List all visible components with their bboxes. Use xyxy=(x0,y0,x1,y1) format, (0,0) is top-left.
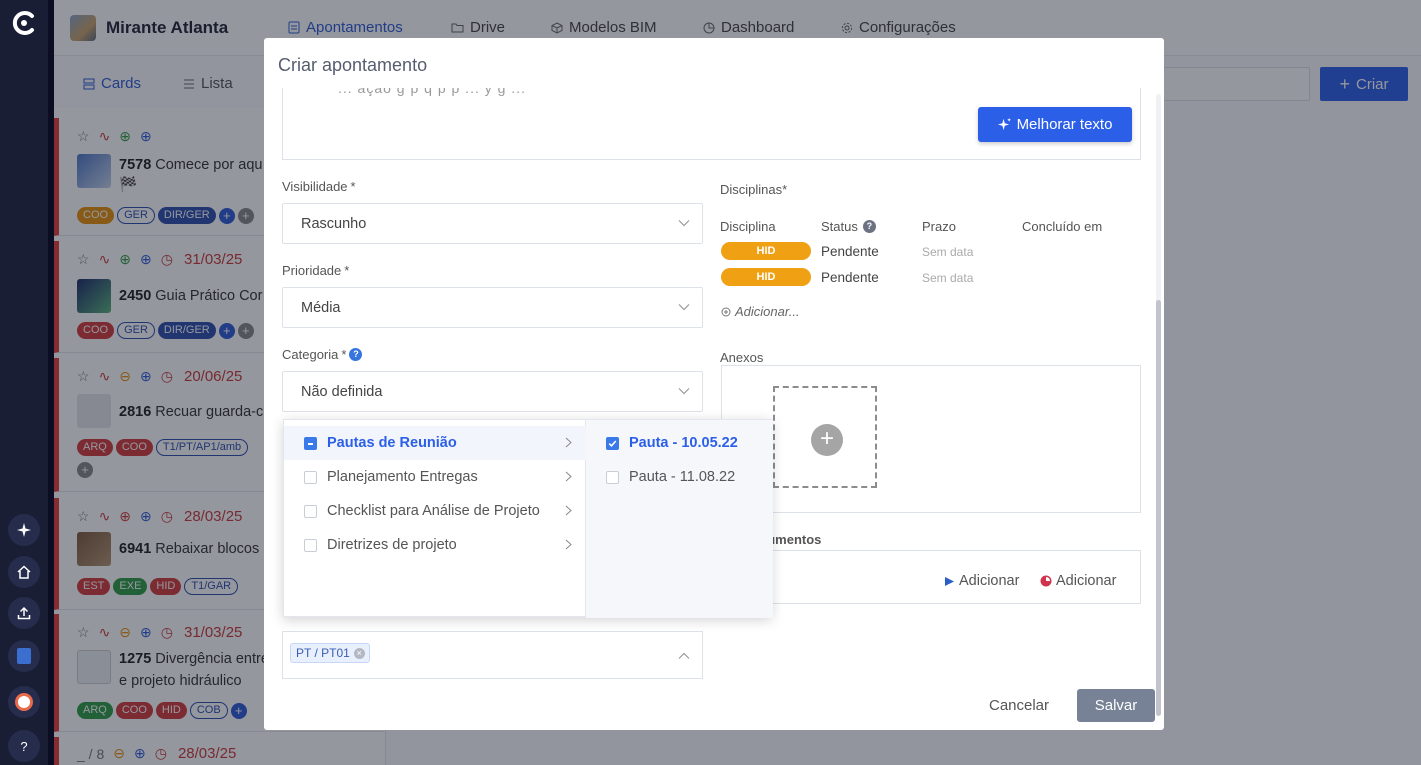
checkbox-indeterminate[interactable] xyxy=(304,436,317,450)
selected-chip: PT / PT01 × xyxy=(290,643,370,663)
visibility-value: Rascunho xyxy=(301,216,367,232)
priority-select[interactable]: Média xyxy=(282,287,703,328)
chevron-right-icon xyxy=(565,471,572,482)
attachments-box: + xyxy=(721,365,1141,513)
option-label: Pautas de Reunião xyxy=(327,435,457,451)
col-prazo: Prazo xyxy=(922,219,956,234)
category-cascader: Pautas de Reunião Planejamento Entregas … xyxy=(283,419,773,618)
app-rail: ? xyxy=(0,0,48,765)
user-avatar-icon[interactable] xyxy=(8,686,40,718)
category-select[interactable]: Não definida xyxy=(282,371,703,412)
attachments-label: Anexos xyxy=(720,350,764,365)
category-value: Não definida xyxy=(301,384,383,400)
scrollbar-thumb[interactable] xyxy=(1156,300,1161,716)
option-label: Planejamento Entregas xyxy=(327,469,478,485)
chip-label: PT / PT01 xyxy=(296,646,350,660)
cascader-option[interactable]: Pauta - 10.05.22 xyxy=(586,426,773,460)
modal-title: Criar apontamento xyxy=(278,55,428,75)
option-label: Pauta - 11.08.22 xyxy=(629,469,736,485)
ai-sparkle-icon[interactable] xyxy=(8,514,40,546)
chevron-down-icon xyxy=(678,220,690,227)
priority-value: Média xyxy=(301,300,341,316)
cascader-option[interactable]: Planejamento Entregas xyxy=(284,460,586,494)
cascader-option[interactable]: Diretrizes de projeto xyxy=(284,528,586,562)
checkbox[interactable] xyxy=(304,504,317,518)
chevron-down-icon xyxy=(678,388,690,395)
add-discipline-link[interactable]: Adicionar... xyxy=(721,304,800,319)
discipline-pill[interactable]: HID xyxy=(721,268,811,286)
add-circle-icon xyxy=(721,307,731,316)
checkbox[interactable] xyxy=(606,470,619,484)
description-text-clipped: ... ação g p q p p ... y g ... xyxy=(338,88,526,96)
checkbox-checked[interactable] xyxy=(606,436,619,450)
option-label: Pauta - 10.05.22 xyxy=(629,435,738,451)
discipline-deadline[interactable]: Sem data xyxy=(922,245,973,259)
priority-label: Prioridade * xyxy=(282,263,350,278)
pie-doc-icon xyxy=(1040,575,1052,587)
col-disciplina: Disciplina xyxy=(720,219,776,234)
disciplines-label: Disciplinas* xyxy=(720,182,788,197)
discipline-deadline[interactable]: Sem data xyxy=(922,271,973,285)
discipline-status[interactable]: Pendente xyxy=(821,270,879,285)
chevron-right-icon xyxy=(565,539,572,550)
visibility-label: Visibilidade * xyxy=(282,179,356,194)
upload-dropzone[interactable]: + xyxy=(773,386,877,488)
help-icon[interactable]: ? xyxy=(8,730,40,762)
chevron-right-icon xyxy=(565,437,572,448)
discipline-pill[interactable]: HID xyxy=(721,242,811,260)
home-icon[interactable] xyxy=(8,556,40,588)
project-avatar-icon[interactable] xyxy=(8,640,40,672)
documents-box: Adicionar Adicionar xyxy=(721,550,1141,604)
col-concluido: Concluído em xyxy=(1022,219,1103,234)
upload-icon[interactable] xyxy=(8,597,40,629)
category-label: Categoria *? xyxy=(282,347,363,362)
chip-remove-icon[interactable]: × xyxy=(353,647,365,659)
option-label: Diretrizes de projeto xyxy=(327,537,457,553)
cascader-level-1: Pautas de Reunião Planejamento Entregas … xyxy=(284,420,586,618)
cascader-option[interactable]: Checklist para Análise de Projeto xyxy=(284,494,586,528)
save-button[interactable]: Salvar xyxy=(1077,689,1155,722)
chevron-down-icon xyxy=(678,304,690,311)
col-status: Status? xyxy=(821,219,876,234)
improve-text-label: Melhorar texto xyxy=(1016,116,1113,133)
create-issue-modal: Criar apontamento ... ação g p q p p ...… xyxy=(264,38,1164,730)
add-document-button[interactable]: Adicionar xyxy=(944,573,1024,589)
visibility-select[interactable]: Rascunho xyxy=(282,203,703,244)
location-multiselect[interactable]: PT / PT01 × xyxy=(282,631,703,679)
option-label: Checklist para Análise de Projeto xyxy=(327,503,540,519)
help-icon[interactable]: ? xyxy=(349,348,363,361)
plus-icon: + xyxy=(811,424,843,456)
cancel-button[interactable]: Cancelar xyxy=(977,688,1061,722)
app-logo-icon[interactable] xyxy=(10,9,38,37)
help-icon[interactable]: ? xyxy=(862,220,876,233)
cascader-option[interactable]: Pauta - 11.08.22 xyxy=(586,460,773,494)
checkbox[interactable] xyxy=(304,538,317,552)
chevron-right-icon xyxy=(565,505,572,516)
chevron-up-icon xyxy=(678,652,690,659)
cascader-level-2: Pauta - 10.05.22 Pauta - 11.08.22 xyxy=(586,420,773,618)
improve-text-button[interactable]: Melhorar texto xyxy=(978,107,1132,142)
play-doc-icon xyxy=(945,576,954,586)
cascader-option[interactable]: Pautas de Reunião xyxy=(284,426,586,460)
sparkle-icon xyxy=(997,118,1011,131)
add-document-button-2[interactable]: Adicionar xyxy=(1040,573,1116,589)
discipline-status[interactable]: Pendente xyxy=(821,244,879,259)
checkbox[interactable] xyxy=(304,470,317,484)
